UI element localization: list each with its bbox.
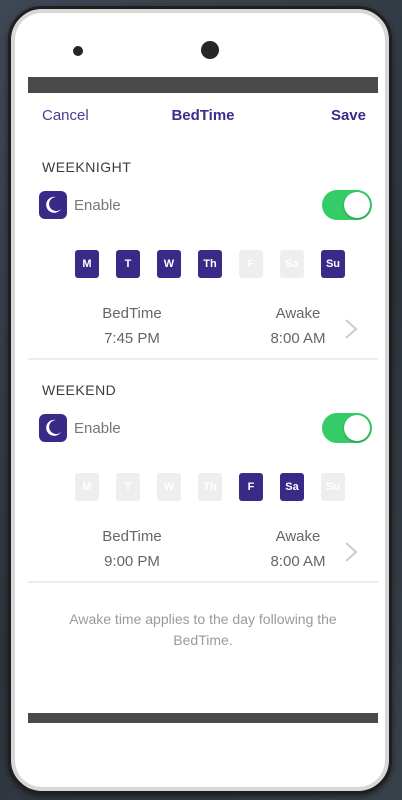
day-tuesday[interactable]: T <box>116 250 140 278</box>
front-camera <box>201 41 219 59</box>
awake-value: 8:00 AM <box>270 330 326 347</box>
weeknight-section: WEEKNIGHT Enable M T W Th F Sa Su BedTim… <box>28 137 378 359</box>
enable-row: Enable <box>39 189 372 223</box>
day-monday[interactable]: M <box>75 250 99 278</box>
day-sunday[interactable]: Su <box>321 473 345 501</box>
bedtime-value: 9:00 PM <box>104 553 160 570</box>
toggle-knob <box>344 192 370 218</box>
cancel-button[interactable]: Cancel <box>42 107 89 124</box>
bedtime-label: BedTime <box>102 528 162 545</box>
moon-icon <box>39 191 67 219</box>
day-thursday[interactable]: Th <box>198 250 222 278</box>
day-friday[interactable]: F <box>239 473 263 501</box>
awake-value: 8:00 AM <box>270 553 326 570</box>
day-sunday[interactable]: Su <box>321 250 345 278</box>
day-wednesday[interactable]: W <box>157 473 181 501</box>
enable-toggle[interactable] <box>322 190 372 220</box>
day-friday[interactable]: F <box>239 250 263 278</box>
enable-label: Enable <box>74 420 121 437</box>
enable-label: Enable <box>74 197 121 214</box>
section-title: WEEKEND <box>42 382 117 398</box>
footer-note: Awake time applies to the day following … <box>69 611 337 648</box>
navigation-bar: Cancel BedTime Save <box>28 93 378 137</box>
day-thursday[interactable]: Th <box>198 473 222 501</box>
bottom-bar <box>28 713 378 723</box>
section-title: WEEKNIGHT <box>42 159 132 175</box>
day-saturday[interactable]: Sa <box>280 473 304 501</box>
awake-label: Awake <box>275 305 321 322</box>
enable-row: Enable <box>39 412 372 446</box>
enable-toggle[interactable] <box>322 413 372 443</box>
awake-label: Awake <box>275 528 321 545</box>
day-wednesday[interactable]: W <box>157 250 181 278</box>
app-screen: Cancel BedTime Save WEEKNIGHT Enable M T <box>28 77 378 723</box>
awake-column[interactable]: Awake 8:00 AM <box>252 528 344 570</box>
toggle-knob <box>344 415 370 441</box>
bedtime-label: BedTime <box>102 305 162 322</box>
awake-column[interactable]: Awake 8:00 AM <box>252 305 344 347</box>
chevron-right-icon[interactable] <box>344 541 358 563</box>
bedtime-column[interactable]: BedTime 9:00 PM <box>86 528 178 570</box>
phone-frame: Cancel BedTime Save WEEKNIGHT Enable M T <box>8 6 392 794</box>
day-selector: M T W Th F Sa Su <box>75 473 355 501</box>
status-bar <box>28 77 378 93</box>
sensor-dot <box>73 46 83 56</box>
chevron-right-icon[interactable] <box>344 318 358 340</box>
day-tuesday[interactable]: T <box>116 473 140 501</box>
day-monday[interactable]: M <box>75 473 99 501</box>
save-button[interactable]: Save <box>331 107 366 124</box>
section-divider <box>28 581 378 583</box>
day-saturday[interactable]: Sa <box>280 250 304 278</box>
day-selector: M T W Th F Sa Su <box>75 250 355 278</box>
bedtime-column[interactable]: BedTime 7:45 PM <box>86 305 178 347</box>
weekend-section: WEEKEND Enable M T W Th F Sa Su BedTime … <box>28 360 378 582</box>
moon-icon <box>39 414 67 442</box>
bedtime-value: 7:45 PM <box>104 330 160 347</box>
